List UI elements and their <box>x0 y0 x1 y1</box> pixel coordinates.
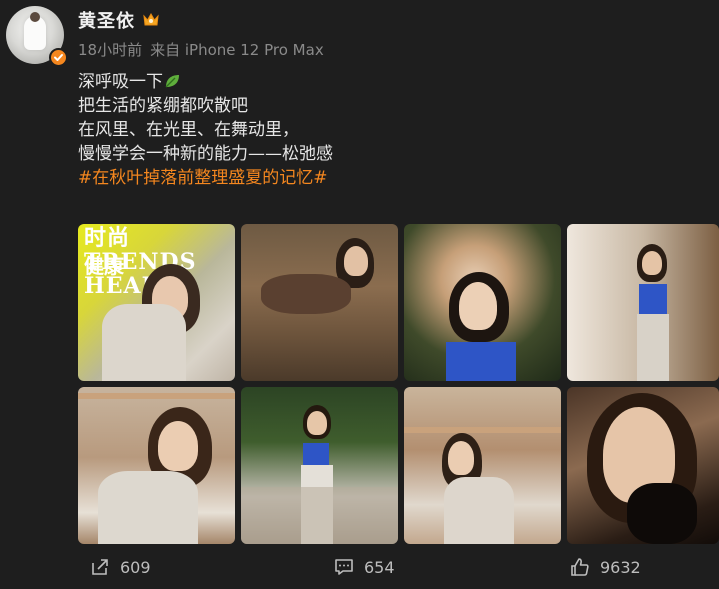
post-line-1: 深呼吸一下 <box>78 70 333 94</box>
comment-count: 654 <box>364 557 395 577</box>
member-crown-icon[interactable] <box>141 10 161 30</box>
verified-badge-icon <box>49 48 68 67</box>
photo-barre <box>404 427 561 433</box>
photo-top <box>303 443 329 465</box>
photo-6[interactable] <box>241 387 398 544</box>
magazine-subtitle: 健康 <box>84 254 124 278</box>
photo-glove <box>627 483 697 544</box>
share-button[interactable]: 609 <box>90 557 151 577</box>
photo-8[interactable] <box>567 387 719 544</box>
photo-body <box>98 471 198 544</box>
share-icon <box>92 559 108 575</box>
action-bar: 609 654 9632 <box>0 553 719 583</box>
photo-face <box>459 282 497 330</box>
photo-7[interactable] <box>404 387 561 544</box>
photo-face <box>307 411 327 435</box>
comment-icon <box>335 559 353 575</box>
comment-button[interactable]: 654 <box>334 557 395 577</box>
post-meta: 18小时前 来自 iPhone 12 Pro Max <box>78 39 324 60</box>
photo-top <box>446 342 516 381</box>
post-line-2: 把生活的紧绷都吹散吧 <box>78 96 248 116</box>
photo-body <box>444 477 514 544</box>
photo-stone-wall <box>241 487 398 544</box>
avatar-figure-head <box>30 12 40 22</box>
photo-skirt <box>637 314 669 381</box>
photo-2[interactable] <box>241 224 398 381</box>
like-count: 9632 <box>600 557 641 577</box>
photo-face <box>344 246 368 276</box>
photo-1[interactable]: 时尚TRENDS HEALTH 健康 <box>78 224 235 381</box>
photo-5[interactable] <box>78 387 235 544</box>
photo-face <box>448 441 474 475</box>
leaf-emoji-icon <box>163 72 181 90</box>
post-line-3: 在风里、在光里、在舞动里， <box>78 120 299 140</box>
photo-barre <box>78 393 235 399</box>
post-time[interactable]: 18小时前 <box>78 39 142 60</box>
author-name[interactable]: 黄圣依 <box>78 7 135 33</box>
photo-face <box>642 251 662 275</box>
photo-4[interactable] <box>567 224 719 381</box>
post-line-4: 慢慢学会一种新的能力——松弛感 <box>78 144 333 164</box>
post-body: 深呼吸一下 把生活的紧绷都吹散吧 在风里、在光里、在舞动里， 慢慢学会一种新的能… <box>78 70 333 190</box>
photo-body <box>102 304 186 381</box>
hashtag-link[interactable]: #在秋叶掉落前整理盛夏的记忆# <box>78 166 333 190</box>
photo-body <box>261 274 351 314</box>
share-count: 609 <box>120 557 151 577</box>
like-button[interactable]: 9632 <box>570 557 641 577</box>
like-icon <box>571 558 589 576</box>
author-name-row: 黄圣依 <box>78 7 161 33</box>
photo-top <box>639 284 667 314</box>
photo-3[interactable] <box>404 224 561 381</box>
post-source: 来自 iPhone 12 Pro Max <box>150 41 324 59</box>
photo-grid: 时尚TRENDS HEALTH 健康 <box>78 224 719 544</box>
photo-face <box>158 421 198 471</box>
